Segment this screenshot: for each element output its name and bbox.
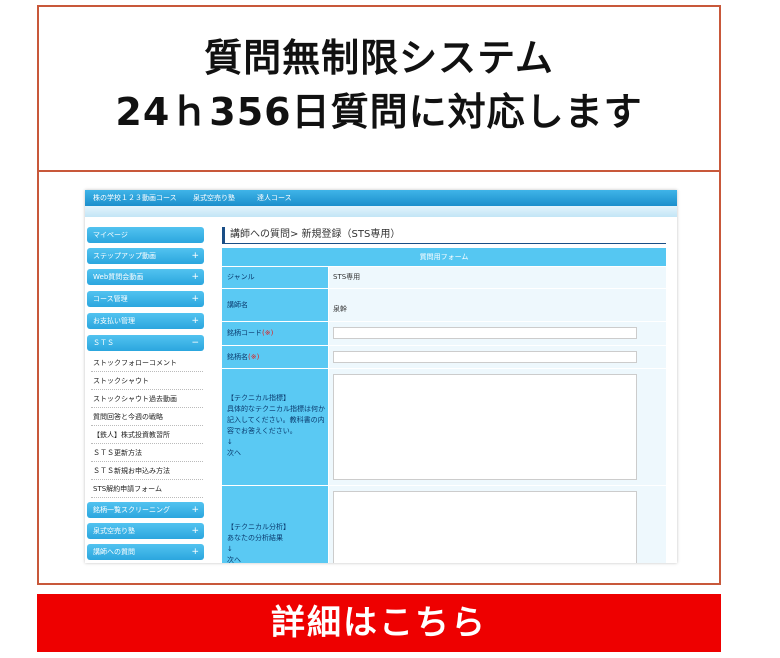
sts-item-weekly-strategy[interactable]: 質問回答と今週の戦略 xyxy=(91,409,203,426)
code-label: 銘柄コード(※) xyxy=(222,322,328,345)
sts-item-tetsujin[interactable]: 【鉄人】株式投資教習所 xyxy=(91,427,203,444)
required-mark: (※) xyxy=(248,353,260,361)
sts-item-update[interactable]: ＳＴＳ更新方法 xyxy=(91,445,203,462)
sts-item-signup[interactable]: ＳＴＳ新規お申込み方法 xyxy=(91,463,203,480)
required-mark: (※) xyxy=(262,329,274,337)
sts-item-cancel-form[interactable]: STS解約申請フォーム xyxy=(91,481,203,498)
plus-icon: + xyxy=(191,526,199,536)
plus-icon: + xyxy=(191,505,199,515)
stock-name-input[interactable] xyxy=(333,351,637,363)
genre-label: ジャンル xyxy=(222,267,328,288)
sidebar-item-ask-teacher[interactable]: 講師への質問 + xyxy=(87,544,204,560)
sidebar-item-mypage[interactable]: マイページ xyxy=(87,227,204,243)
sts-item-shout-archive[interactable]: ストックシャウト過去動画 xyxy=(91,391,203,408)
name-label: 銘柄名(※) xyxy=(222,346,328,368)
top-nav: 株の学校１２３動画コース 泉式空売り塾 達人コース xyxy=(85,190,677,206)
plus-icon: + xyxy=(191,316,199,326)
headline-line2: 24ｈ356日質問に対応します xyxy=(115,90,643,134)
site-screenshot: 株の学校１２３動画コース 泉式空売り塾 達人コース マイページ ステップアップ動… xyxy=(85,190,677,563)
technical-indicator-textarea[interactable] xyxy=(333,374,637,480)
headline-line1: 質問無制限システム xyxy=(204,36,554,80)
sidebar-item-sts[interactable]: ＳＴＳ − xyxy=(87,335,204,351)
technical-indicator-label: 【テクニカル指標】 具体的なテクニカル指標は何か記入してください。教科書の内容で… xyxy=(222,369,328,485)
topnav-karauri[interactable]: 泉式空売り塾 xyxy=(193,190,235,206)
plus-icon: + xyxy=(191,294,199,304)
sidebar-item-web-qa[interactable]: Web質問会動画 + xyxy=(87,269,204,285)
technical-analysis-cell xyxy=(329,486,666,563)
stock-code-input[interactable] xyxy=(333,327,637,339)
sts-item-follow-comment[interactable]: ストックフォローコメント xyxy=(91,355,203,372)
topnav-tatsujin[interactable]: 達人コース xyxy=(257,190,292,206)
code-cell xyxy=(329,322,666,345)
minus-icon: − xyxy=(191,338,199,348)
details-button[interactable]: 詳細はこちら xyxy=(37,594,721,652)
genre-value: STS専用 xyxy=(329,267,666,288)
technical-indicator-cell xyxy=(329,369,666,485)
plus-icon: + xyxy=(191,251,199,261)
sidebar-item-course[interactable]: コース管理 + xyxy=(87,291,204,307)
sts-item-stock-shout[interactable]: ストックシャウト xyxy=(91,373,203,390)
form-header: 質問用フォーム xyxy=(222,248,666,266)
page-title: 講師への質問> 新規登録（STS専用） xyxy=(222,227,666,244)
topnav-course-123[interactable]: 株の学校１２３動画コース xyxy=(93,190,177,206)
sidebar-item-karauri[interactable]: 泉式空売り塾 + xyxy=(87,523,204,539)
technical-analysis-label: 【テクニカル分析】 あなたの分析結果 ↓ 次へ xyxy=(222,486,328,563)
plus-icon: + xyxy=(191,547,199,557)
teacher-label: 講師名 xyxy=(222,289,328,321)
name-cell xyxy=(329,346,666,368)
sidebar-item-screening[interactable]: 銘柄一覧スクリーニング + xyxy=(87,502,204,518)
sub-bar xyxy=(85,206,677,217)
technical-analysis-textarea[interactable] xyxy=(333,491,637,563)
sidebar-item-stepup[interactable]: ステップアップ動画 + xyxy=(87,248,204,264)
teacher-value: 泉幹 xyxy=(329,289,666,321)
sidebar-item-payment[interactable]: お支払い管理 + xyxy=(87,313,204,329)
plus-icon: + xyxy=(191,272,199,282)
frame-divider xyxy=(39,170,719,172)
